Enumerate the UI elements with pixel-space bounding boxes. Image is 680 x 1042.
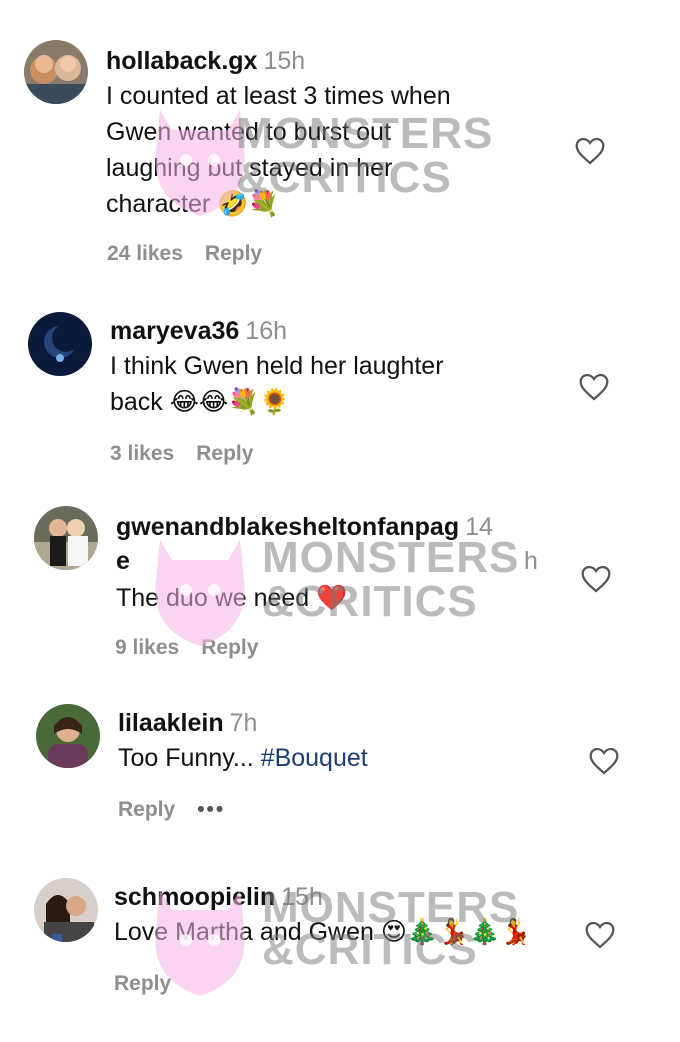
avatar[interactable]: [36, 704, 100, 768]
reply-button[interactable]: Reply: [201, 636, 258, 659]
avatar[interactable]: [34, 878, 98, 942]
timestamp[interactable]: 14: [465, 513, 493, 541]
comment-text-line: back 😂😂💐🌻: [110, 388, 291, 416]
comment-item: hollaback.gx 15h I counted at least 3 tim…: [0, 0, 680, 290]
comment-text-line: laughing but stayed in her: [106, 154, 393, 182]
comment-header: schmoopielin 15h: [114, 880, 574, 914]
comment-item: schmoopielin 15h Love Martha and Gwen 😍🎄💃…: [0, 860, 680, 1042]
comment-text-plain: Too Funny...: [118, 744, 261, 772]
username[interactable]: lilaaklein: [118, 709, 224, 737]
comment-body: lilaaklein 7h Too Funny... #Bouquet: [118, 706, 568, 776]
reply-button[interactable]: Reply: [118, 798, 175, 821]
comment-body: gwenandblakesheltonfanpag 14 e h The duo …: [116, 510, 556, 616]
comment-meta: 3 likes Reply: [110, 442, 275, 466]
timestamp[interactable]: 15h: [281, 883, 323, 911]
timestamp-continuation[interactable]: h: [524, 544, 538, 578]
heart-icon[interactable]: [580, 564, 612, 594]
reply-button[interactable]: Reply: [196, 442, 253, 465]
comment-header: hollaback.gx 15h: [106, 44, 556, 78]
heart-icon[interactable]: [584, 920, 616, 950]
username-continuation[interactable]: e: [116, 547, 130, 575]
timestamp[interactable]: 16h: [245, 317, 287, 345]
comment-text: Too Funny... #Bouquet: [118, 740, 568, 776]
comment-text: The duo we need ❤️: [116, 584, 348, 612]
likes-count[interactable]: 24 likes: [107, 242, 183, 265]
comment-meta: 24 likes Reply: [107, 242, 284, 266]
likes-count[interactable]: 3 likes: [110, 442, 174, 465]
timestamp[interactable]: 7h: [230, 709, 258, 737]
comment-text: Love Martha and Gwen 😍🎄💃🎄💃: [114, 918, 532, 946]
comment-text-line: I counted at least 3 times when: [106, 82, 451, 110]
username[interactable]: gwenandblakesheltonfanpag: [116, 513, 459, 541]
comment-meta: 9 likes Reply: [115, 636, 280, 660]
comment-body: schmoopielin 15h Love Martha and Gwen 😍🎄💃…: [114, 880, 574, 950]
comment-body: hollaback.gx 15h I counted at least 3 tim…: [106, 44, 556, 222]
reply-button[interactable]: Reply: [205, 242, 262, 265]
comment-item: gwenandblakesheltonfanpag 14 e h The duo …: [0, 490, 680, 690]
reply-button[interactable]: Reply: [114, 972, 171, 995]
likes-count[interactable]: 9 likes: [115, 636, 179, 659]
comment-header: lilaaklein 7h: [118, 706, 568, 740]
comment-header: maryeva36 16h: [110, 314, 560, 348]
comment-item: lilaaklein 7h Too Funny... #Bouquet Reply…: [0, 690, 680, 860]
comment-text-line: character 🤣💐: [106, 190, 280, 218]
comment-text-line: Gwen wanted to burst out: [106, 118, 391, 146]
comment-item: maryeva36 16h I think Gwen held her laugh…: [0, 290, 680, 490]
username[interactable]: schmoopielin: [114, 883, 275, 911]
username[interactable]: hollaback.gx: [106, 47, 257, 75]
comment-body: maryeva36 16h I think Gwen held her laugh…: [110, 314, 560, 420]
avatar[interactable]: [34, 506, 98, 570]
comment-text-line: I think Gwen held her laughter: [110, 352, 444, 380]
avatar[interactable]: [24, 40, 88, 104]
heart-icon[interactable]: [578, 372, 610, 402]
comment-meta: Reply: [114, 972, 193, 996]
hashtag-link[interactable]: #Bouquet: [261, 744, 368, 772]
comment-meta: Reply •••: [118, 798, 247, 822]
avatar[interactable]: [28, 312, 92, 376]
timestamp[interactable]: 15h: [263, 47, 305, 75]
heart-icon[interactable]: [574, 136, 606, 166]
username[interactable]: maryeva36: [110, 317, 239, 345]
comment-header-wrap: e h: [116, 544, 556, 580]
comment-header: gwenandblakesheltonfanpag 14: [116, 510, 556, 544]
heart-icon[interactable]: [588, 746, 620, 776]
more-options-icon[interactable]: •••: [197, 798, 225, 821]
